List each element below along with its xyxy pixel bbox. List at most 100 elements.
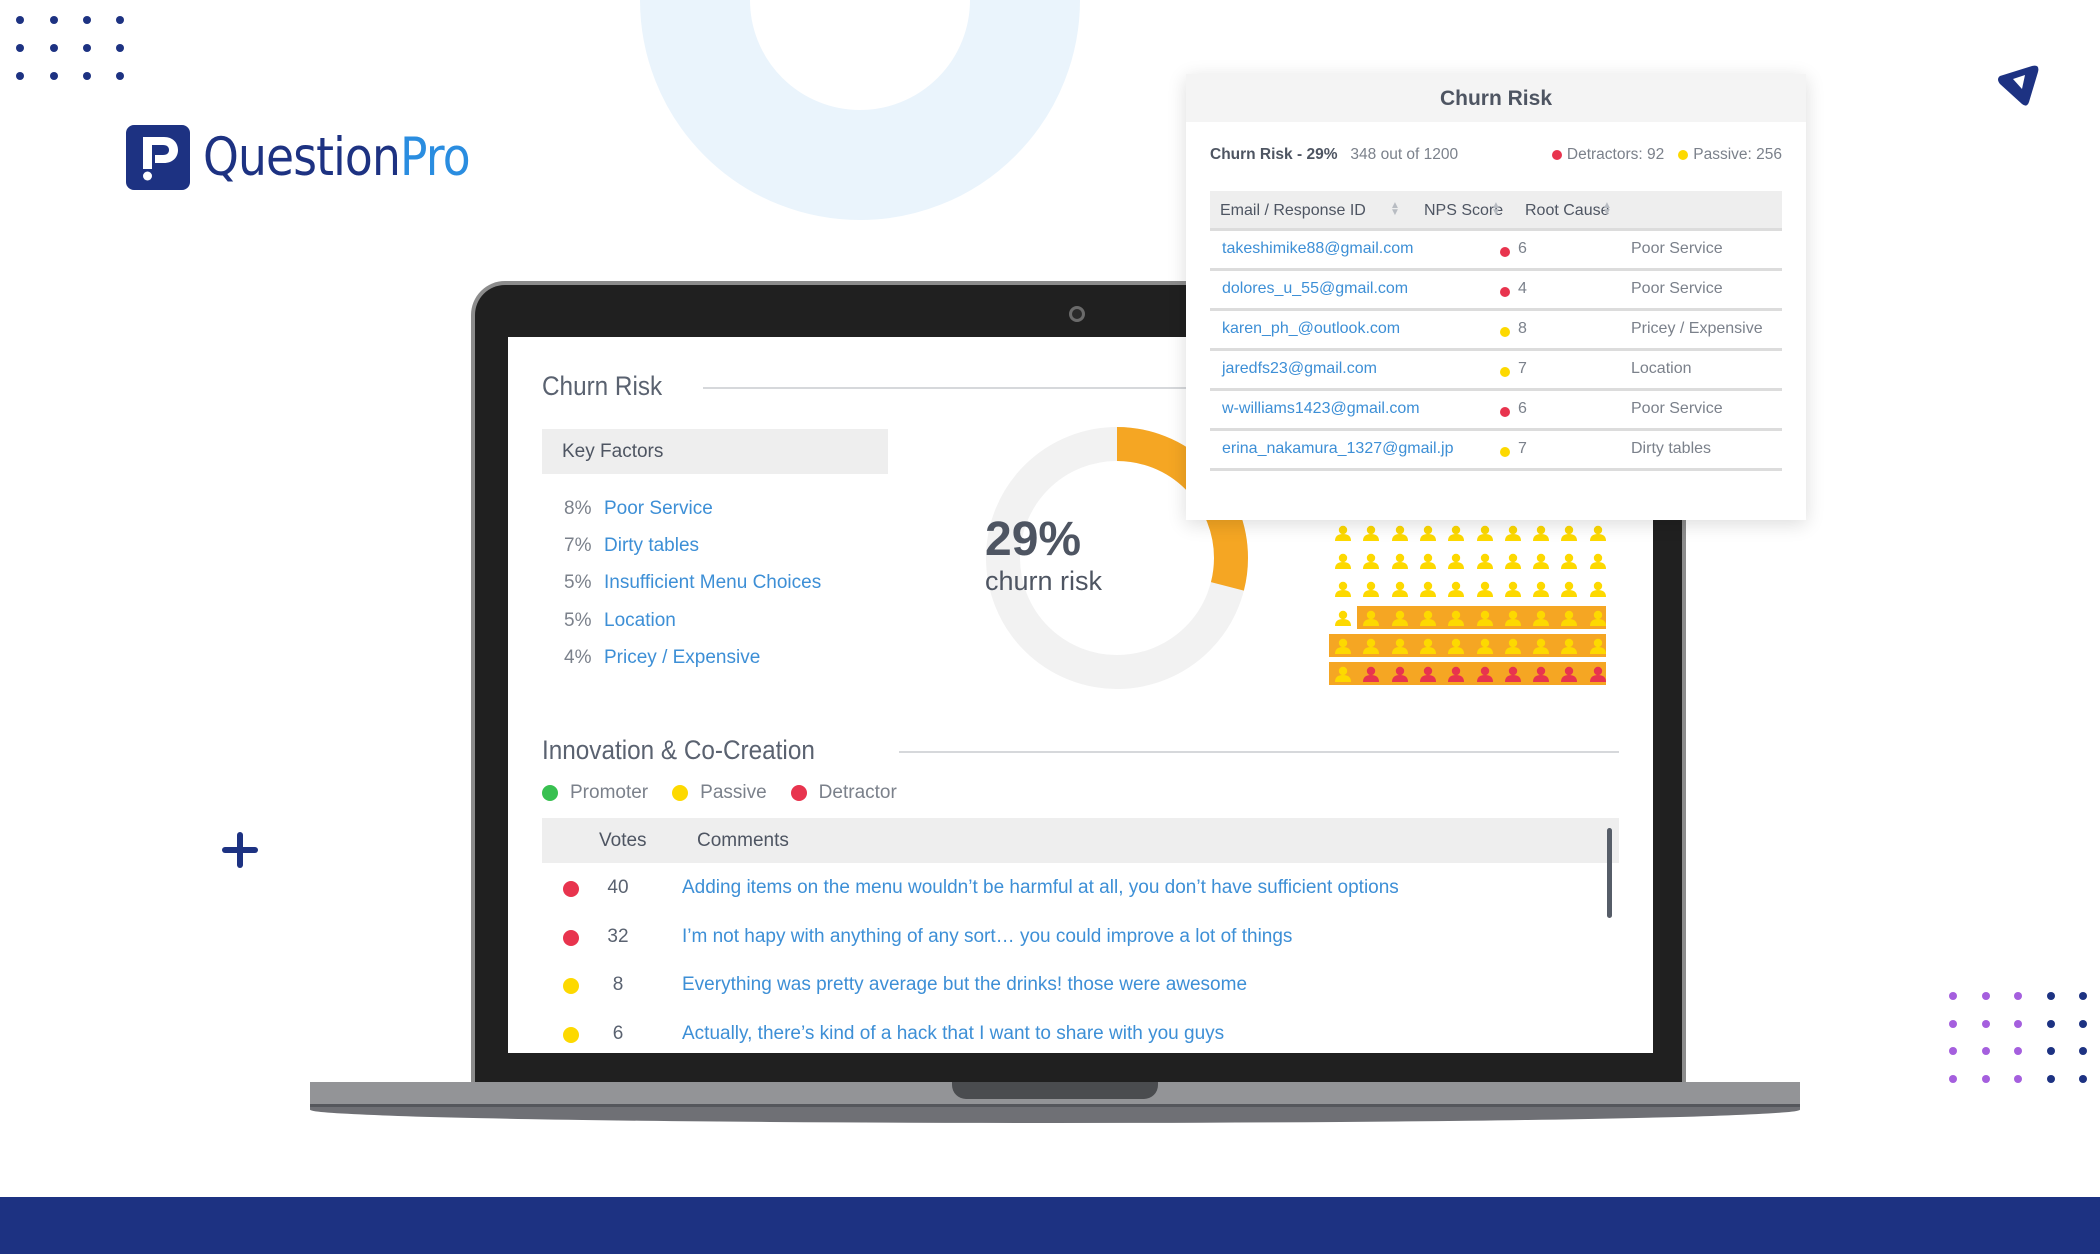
key-factor-link[interactable]: Poor Service xyxy=(604,498,713,520)
email-link[interactable]: karen_ph_@outlook.com xyxy=(1222,320,1400,338)
key-factor-item[interactable]: 8% Poor Service xyxy=(564,498,713,520)
person-icon xyxy=(1589,553,1606,570)
churn-percent: 29% xyxy=(985,513,1082,566)
legend-item-passive: Passive xyxy=(672,782,767,804)
key-factor-link[interactable]: Pricey / Expensive xyxy=(604,647,760,669)
detractor-dot-icon xyxy=(1500,287,1510,297)
person-icon xyxy=(1391,610,1408,626)
comment-row[interactable]: 40 Adding items on the menu wouldn’t be h… xyxy=(542,877,1592,907)
person-icon xyxy=(1363,553,1380,570)
person-icon xyxy=(1533,610,1550,626)
comment-link[interactable]: Actually, there’s kind of a hack that I … xyxy=(682,1023,1224,1045)
decorative-dot xyxy=(83,16,91,24)
votes-column-header[interactable]: Votes xyxy=(599,830,647,852)
person-icon xyxy=(1419,525,1436,541)
person-icon xyxy=(1335,525,1351,541)
person-icon xyxy=(1533,525,1550,541)
key-factor-item[interactable]: 7% Dirty tables xyxy=(564,535,699,557)
key-factor-item[interactable]: 4% Pricey / Expensive xyxy=(564,647,760,669)
passive-dot-icon xyxy=(563,978,579,994)
decorative-dot xyxy=(83,44,91,52)
nps-score: 7 xyxy=(1518,440,1527,457)
email-link[interactable]: dolores_u_55@gmail.com xyxy=(1222,280,1408,298)
decorative-dot xyxy=(1949,1075,1957,1083)
email-link[interactable]: takeshimike88@gmail.com xyxy=(1222,240,1413,258)
key-factor-item[interactable]: 5% Location xyxy=(564,610,676,632)
comments-scrollbar[interactable] xyxy=(1607,828,1612,918)
key-factor-link[interactable]: Insufficient Menu Choices xyxy=(604,572,821,594)
root-cause: Poor Service xyxy=(1631,400,1723,417)
email-column-header[interactable]: Email / Response ID xyxy=(1220,202,1366,220)
root-cause-column-header[interactable]: Root Cause xyxy=(1525,202,1610,220)
person-icon xyxy=(1589,525,1606,541)
comment-link[interactable]: Adding items on the menu wouldn’t be har… xyxy=(682,877,1399,899)
decorative-dot xyxy=(2047,992,2055,1000)
nps-legend: Promoter Passive Detractor xyxy=(542,782,921,804)
decorative-dot xyxy=(2014,1020,2022,1028)
passive-dot-icon xyxy=(1500,327,1510,337)
churn-summary-label: Churn Risk - 29% xyxy=(1210,146,1338,163)
decorative-dot xyxy=(83,72,91,80)
person-icon xyxy=(1363,582,1380,598)
person-icon xyxy=(1533,582,1550,598)
decorative-dot xyxy=(50,16,58,24)
comment-link[interactable]: I’m not hapy with anything of any sort… … xyxy=(682,926,1292,948)
decorative-dot xyxy=(1949,1020,1957,1028)
decorative-dot xyxy=(2079,1020,2087,1028)
person-icon xyxy=(1589,666,1606,682)
decorative-dot xyxy=(2014,1047,2022,1055)
key-factors-label: Key Factors xyxy=(562,441,664,462)
nps-score: 7 xyxy=(1518,360,1527,377)
root-cause: Location xyxy=(1631,360,1692,377)
decorative-dot xyxy=(2047,1020,2055,1028)
sort-icon[interactable]: ▲ ▼ xyxy=(1491,201,1501,218)
decorative-dot xyxy=(2047,1047,2055,1055)
churn-table-header: Email / Response ID ▲ ▼ NPS Score ▲ ▼ Root… xyxy=(1210,191,1782,231)
person-icon xyxy=(1419,582,1436,598)
comment-row[interactable]: 8 Everything was pretty average but the d… xyxy=(542,974,1592,1004)
decorative-dot xyxy=(2014,992,2022,1000)
key-factor-link[interactable]: Dirty tables xyxy=(604,535,699,557)
email-link[interactable]: jaredfs23@gmail.com xyxy=(1222,360,1377,378)
decorative-dot xyxy=(1982,1047,1990,1055)
email-link[interactable]: erina_nakamura_1327@gmail.jp xyxy=(1222,440,1454,458)
questionpro-logo[interactable]: QuestionPro xyxy=(126,125,513,190)
comments-column-header[interactable]: Comments xyxy=(697,830,789,852)
detractor-dot-icon xyxy=(563,929,579,946)
person-icon xyxy=(1419,638,1436,654)
comment-link[interactable]: Everything was pretty average but the dr… xyxy=(682,974,1247,996)
decorative-dot xyxy=(16,72,24,80)
key-factor-percent: 7% xyxy=(564,535,592,557)
person-icon xyxy=(1476,582,1493,598)
churn-table-row[interactable]: jaredfs23@gmail.com 7 Location xyxy=(1210,351,1782,391)
churn-table-row[interactable]: w-williams1423@gmail.com 6 Poor Service xyxy=(1210,391,1782,431)
churn-risk-heading: Churn Risk xyxy=(542,371,663,401)
comments-table-header: Votes Comments xyxy=(542,818,1619,863)
churn-table-row[interactable]: dolores_u_55@gmail.com 4 Poor Service xyxy=(1210,271,1782,311)
person-icon xyxy=(1448,525,1465,541)
person-icon xyxy=(1448,553,1465,570)
sort-icon[interactable]: ▲ ▼ xyxy=(1390,201,1400,218)
churn-table-row[interactable]: takeshimike88@gmail.com 6 Poor Service xyxy=(1210,231,1782,271)
decorative-dot xyxy=(16,44,24,52)
person-icon xyxy=(1363,638,1380,654)
churn-table-row[interactable]: erina_nakamura_1327@gmail.jp 7 Dirty table… xyxy=(1210,431,1782,471)
decorative-dot xyxy=(116,16,124,24)
email-link[interactable]: w-williams1423@gmail.com xyxy=(1222,400,1420,418)
person-icon xyxy=(1335,553,1351,570)
person-icon xyxy=(1419,666,1436,682)
sort-icon[interactable]: ▲ ▼ xyxy=(1602,201,1612,218)
decorative-dot xyxy=(116,72,124,80)
questionpro-logo-icon xyxy=(126,125,190,190)
comment-row[interactable]: 6 Actually, there’s kind of a hack that I… xyxy=(542,1023,1592,1053)
key-factor-item[interactable]: 5% Insufficient Menu Choices xyxy=(564,572,821,594)
root-cause: Poor Service xyxy=(1631,240,1723,257)
decorative-dot xyxy=(16,16,24,24)
passive-dot-icon xyxy=(1500,367,1510,377)
churn-summary-count: 348 out of 1200 xyxy=(1350,146,1459,163)
decorative-dot xyxy=(50,44,58,52)
churn-table-row[interactable]: karen_ph_@outlook.com 8 Pricey / Expensive xyxy=(1210,311,1782,351)
key-factor-link[interactable]: Location xyxy=(604,610,676,632)
comment-row[interactable]: 32 I’m not hapy with anything of any sort… xyxy=(542,926,1592,956)
person-icon xyxy=(1533,666,1550,682)
